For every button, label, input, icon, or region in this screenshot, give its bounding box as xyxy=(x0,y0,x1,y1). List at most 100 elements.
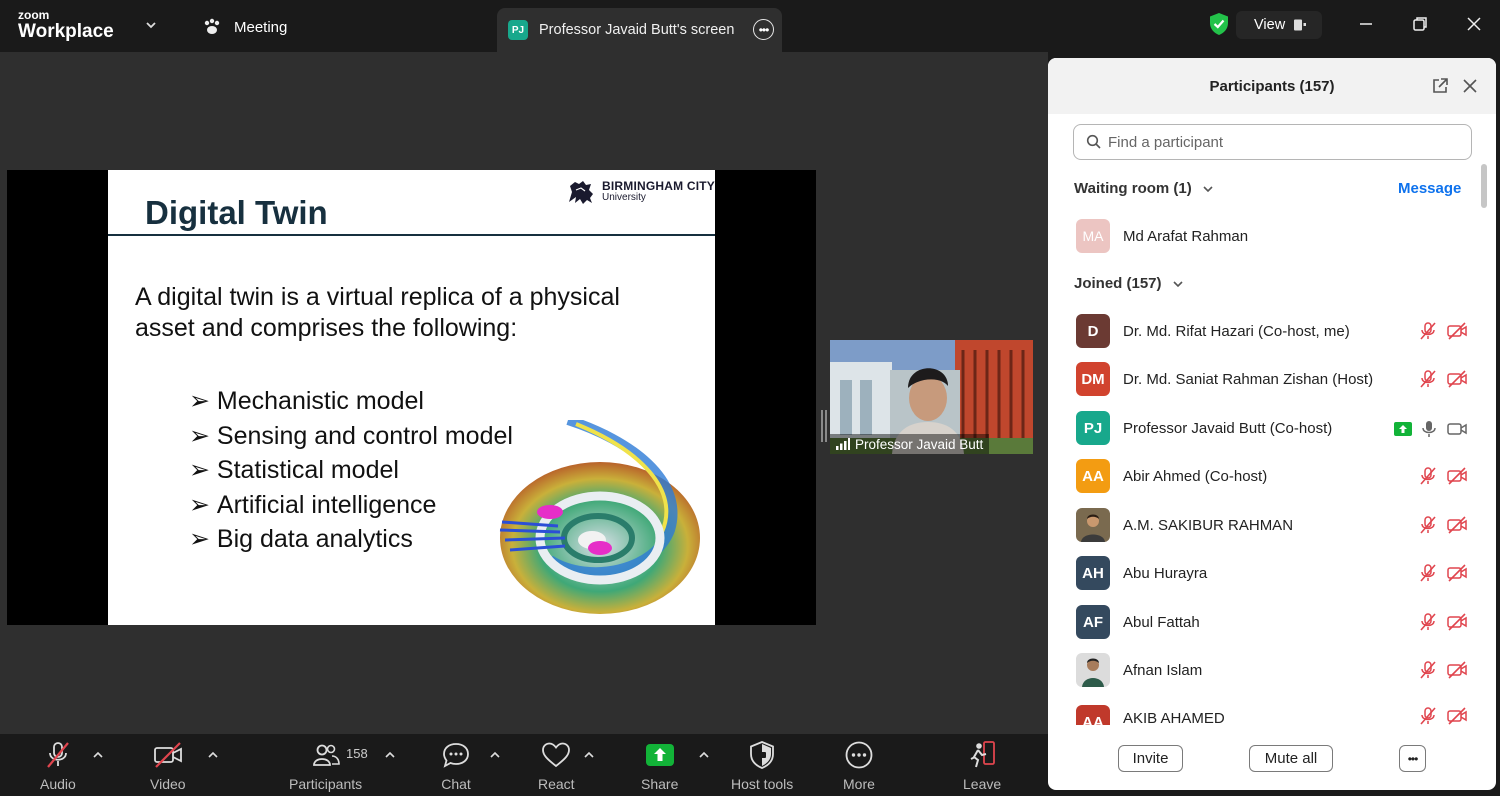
message-waiting-room-link[interactable]: Message xyxy=(1398,180,1461,197)
popout-icon[interactable] xyxy=(1431,77,1449,95)
chevron-up-icon[interactable] xyxy=(583,750,595,760)
avatar-photo xyxy=(1076,508,1110,542)
mic-muted-icon[interactable] xyxy=(1418,369,1438,389)
slide-bullet: Sensing and control model xyxy=(189,419,513,454)
video-off-icon[interactable] xyxy=(1446,660,1468,680)
more-options-icon[interactable]: ••• xyxy=(1399,745,1426,772)
shield-icon xyxy=(750,741,775,769)
waiting-participant-row[interactable]: MA Md Arafat Rahman xyxy=(1076,219,1468,253)
chat-button[interactable]: Chat xyxy=(441,740,471,792)
university-logo: BIRMINGHAM CITY University xyxy=(566,178,715,206)
more-label: More xyxy=(843,776,875,792)
mic-muted-icon[interactable] xyxy=(1418,660,1438,680)
react-button[interactable]: React xyxy=(538,740,575,792)
participant-row[interactable]: A.M. SAKIBUR RAHMAN xyxy=(1076,508,1468,542)
video-off-icon[interactable] xyxy=(1446,466,1468,486)
waiting-room-label: Waiting room (1) xyxy=(1074,180,1192,197)
chevron-down-icon[interactable] xyxy=(144,18,158,32)
mic-muted-icon[interactable] xyxy=(1418,515,1438,535)
mic-on-icon[interactable] xyxy=(1420,420,1438,438)
chevron-up-icon[interactable] xyxy=(698,750,710,760)
meeting-button[interactable]: Meeting xyxy=(202,17,287,37)
video-off-icon[interactable] xyxy=(1446,321,1468,341)
tab-shared-screen[interactable]: PJ Professor Javaid Butt's screen ••• xyxy=(497,8,782,52)
chevron-down-icon xyxy=(1172,280,1183,287)
host-tools-button[interactable]: Host tools xyxy=(731,740,793,792)
waiting-room-toggle[interactable]: Waiting room (1) xyxy=(1074,180,1214,197)
participant-row[interactable]: D Dr. Md. Rifat Hazari (Co-host, me) xyxy=(1076,314,1468,348)
video-off-icon[interactable] xyxy=(1446,706,1468,725)
host-tools-label: Host tools xyxy=(731,776,794,792)
participant-name: Dr. Md. Saniat Rahman Zishan (Host) xyxy=(1123,370,1374,388)
chat-icon xyxy=(443,743,469,768)
close-window-icon[interactable] xyxy=(1464,14,1484,34)
video-name-tag: Professor Javaid Butt xyxy=(830,434,990,454)
close-panel-icon[interactable] xyxy=(1462,78,1478,94)
more-options-icon[interactable]: ••• xyxy=(753,19,774,40)
participant-row[interactable]: Afnan Islam xyxy=(1076,653,1468,687)
leave-button[interactable]: Leave xyxy=(963,740,1001,792)
avatar: MA xyxy=(1076,219,1110,253)
slide-bullet-list: Mechanistic model Sensing and control mo… xyxy=(189,384,513,557)
participant-row[interactable]: AA AKIB AHAMED xyxy=(1076,701,1468,725)
restore-icon[interactable] xyxy=(1410,14,1430,34)
participants-title: Participants (157) xyxy=(1209,77,1335,95)
participant-name: Dr. Md. Rifat Hazari (Co-host, me) xyxy=(1123,322,1350,340)
zoom-logo: zoom Workplace xyxy=(18,9,114,41)
video-off-icon[interactable] xyxy=(1446,612,1468,632)
participant-row[interactable]: AF Abul Fattah xyxy=(1076,605,1468,639)
video-off-icon[interactable] xyxy=(1446,515,1468,535)
layout-icon xyxy=(1294,19,1307,31)
minimize-icon[interactable] xyxy=(1356,14,1376,34)
video-button[interactable]: Video xyxy=(150,740,186,792)
invite-button[interactable]: Invite xyxy=(1118,745,1183,772)
participants-count: 158 xyxy=(346,746,368,761)
signal-strength-icon xyxy=(836,438,850,450)
title-bar: zoom Workplace Meeting PJ Professor Java… xyxy=(0,0,1500,52)
chevron-up-icon[interactable] xyxy=(489,750,501,760)
view-button[interactable]: View xyxy=(1236,11,1322,39)
panel-splitter-handle[interactable] xyxy=(821,410,827,442)
share-button[interactable]: Share xyxy=(641,740,678,792)
sharing-screen-icon xyxy=(1394,422,1412,436)
mic-muted-icon[interactable] xyxy=(1418,563,1438,583)
slide-intro-text: A digital twin is a virtual replica of a… xyxy=(135,283,620,342)
participants-panel: Participants (157) Waiting room (1) Mess… xyxy=(1048,58,1496,790)
mic-muted-icon[interactable] xyxy=(1418,466,1438,486)
slide-bullet: Mechanistic model xyxy=(189,384,513,419)
encryption-shield-icon[interactable] xyxy=(1208,12,1230,36)
react-label: React xyxy=(538,776,575,792)
paw-icon xyxy=(204,18,220,34)
audio-button[interactable]: Audio xyxy=(40,740,76,792)
avatar: AA xyxy=(1076,705,1110,725)
audio-label: Audio xyxy=(40,776,76,792)
participant-row[interactable]: DM Dr. Md. Saniat Rahman Zishan (Host) xyxy=(1076,362,1468,396)
mic-muted-icon[interactable] xyxy=(1418,612,1438,632)
tab-label: Professor Javaid Butt's screen xyxy=(539,22,735,38)
video-off-icon[interactable] xyxy=(1446,369,1468,389)
participant-row[interactable]: AH Abu Hurayra xyxy=(1076,556,1468,590)
logo-line-2: University xyxy=(602,192,646,204)
mute-all-button[interactable]: Mute all xyxy=(1249,745,1333,772)
video-on-icon[interactable] xyxy=(1446,420,1468,438)
participant-row[interactable]: PJ Professor Javaid Butt (Co-host) xyxy=(1076,411,1468,445)
avatar: AH xyxy=(1076,556,1110,590)
search-input[interactable] xyxy=(1108,133,1458,151)
avatar-photo xyxy=(1076,653,1110,687)
joined-toggle[interactable]: Joined (157) xyxy=(1074,275,1184,292)
more-button[interactable]: More xyxy=(843,740,875,792)
video-off-icon[interactable] xyxy=(1446,563,1468,583)
video-tile[interactable]: Professor Javaid Butt xyxy=(830,340,1033,454)
participant-row[interactable]: AA Abir Ahmed (Co-host) xyxy=(1076,459,1468,493)
participant-search[interactable] xyxy=(1073,124,1472,160)
mic-muted-icon[interactable] xyxy=(1418,321,1438,341)
participants-scrollbar[interactable] xyxy=(1481,164,1487,208)
meeting-toolbar: Audio Video Participants 158 Chat React … xyxy=(0,734,1048,796)
chevron-up-icon[interactable] xyxy=(92,750,104,760)
chevron-up-icon[interactable] xyxy=(384,750,396,760)
participants-label: Participants xyxy=(289,776,363,792)
chevron-up-icon[interactable] xyxy=(207,750,219,760)
chat-label: Chat xyxy=(441,776,471,792)
mic-muted-icon[interactable] xyxy=(1418,706,1438,725)
participants-icon xyxy=(312,744,340,766)
